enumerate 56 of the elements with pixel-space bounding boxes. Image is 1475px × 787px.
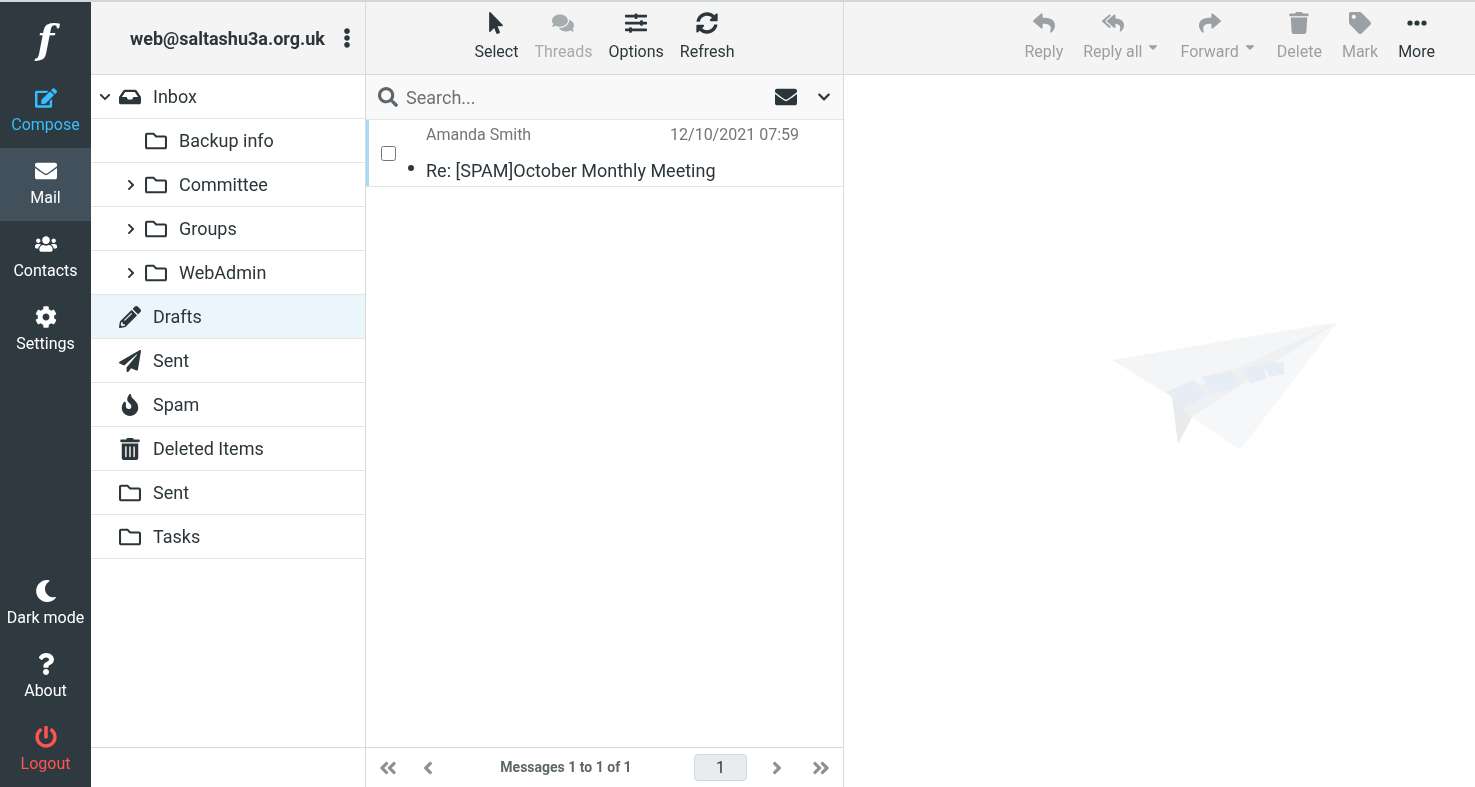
toolbar-button[interactable]: Options	[608, 12, 664, 64]
folder-label: Tasks	[153, 525, 201, 549]
folder-label: WebAdmin	[179, 261, 267, 285]
paper-plane-icon	[119, 349, 141, 372]
reply-all-icon	[1101, 12, 1124, 34]
folder-item[interactable]: Drafts	[91, 295, 365, 339]
refresh-icon	[696, 12, 719, 34]
trash-icon	[119, 437, 141, 460]
message-row[interactable]: Amanda Smith 12/10/2021 07:59 Re: [SPAM]October Monthly Meeting	[366, 120, 843, 187]
chevron-right-icon[interactable]	[125, 266, 137, 279]
compose-icon	[34, 86, 57, 109]
search-field[interactable]: Search...	[366, 75, 843, 120]
message-checkbox[interactable]	[381, 145, 396, 161]
nav-item[interactable]: Settings	[0, 294, 91, 367]
folder-label: Inbox	[153, 85, 197, 109]
nav-item[interactable]: Contacts	[0, 221, 91, 294]
envelope-icon[interactable]	[775, 86, 797, 108]
more-icon	[1406, 20, 1427, 26]
search-icon	[378, 87, 398, 107]
nav-item[interactable]: About	[0, 641, 91, 714]
folder-label: Spam	[153, 393, 200, 417]
forward-icon	[1198, 12, 1221, 34]
folder-label: Sent	[153, 349, 190, 373]
nav-item[interactable]: Logout	[0, 714, 91, 787]
pagination-summary: Messages 1 to 1 of 1	[499, 758, 633, 777]
app-logo: f	[28, 12, 63, 65]
chat-bubbles-icon	[552, 12, 575, 34]
toolbar-button[interactable]: Refresh	[679, 12, 735, 64]
chevron-right-icon[interactable]	[125, 222, 137, 235]
folder-label: Backup info	[179, 129, 274, 153]
folder-label: Committee	[179, 173, 268, 197]
toolbar-button[interactable]: Select	[474, 12, 519, 64]
message-sender: Amanda Smith	[426, 123, 532, 146]
folder-label: Groups	[179, 217, 237, 241]
message-date: 12/10/2021 07:59	[670, 123, 799, 146]
chevron-right-icon[interactable]	[125, 178, 137, 191]
tag-icon	[1349, 12, 1372, 34]
search-input[interactable]: Search...	[406, 83, 767, 111]
sliders-icon	[625, 12, 648, 34]
reply-icon	[1032, 12, 1055, 34]
toolbar-button[interactable]: More	[1398, 12, 1435, 64]
power-icon	[34, 725, 57, 748]
nav-item[interactable]: Dark mode	[0, 568, 91, 641]
nav-item[interactable]: Compose	[0, 75, 91, 148]
flame-icon	[119, 393, 141, 416]
folder-label: Drafts	[153, 305, 202, 329]
trash-icon	[1288, 12, 1311, 34]
nav-item[interactable]: Mail	[0, 148, 91, 221]
message-subject: Re: [SPAM]October Monthly Meeting	[426, 158, 717, 183]
page-number-field[interactable]: 1	[694, 754, 747, 781]
folder-label: Sent	[153, 481, 190, 505]
settings-icon	[34, 305, 57, 328]
pencil-icon	[119, 305, 141, 328]
moon-icon	[34, 579, 57, 602]
folder-label: Deleted Items	[153, 437, 264, 461]
account-email: web@saltashu3a.org.uk	[130, 26, 325, 51]
